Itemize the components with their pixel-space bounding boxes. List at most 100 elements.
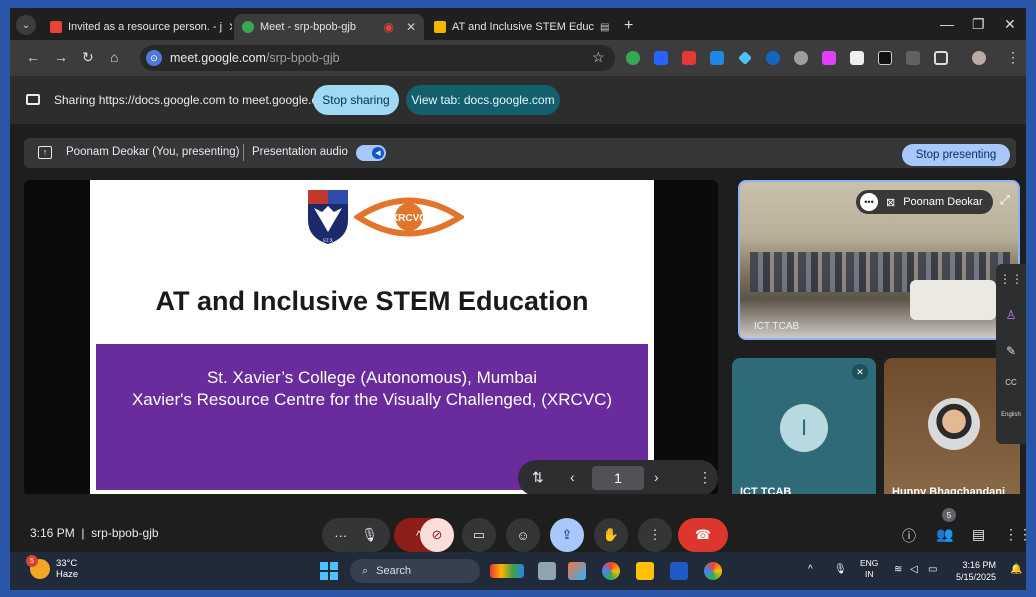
mic-tray-icon[interactable]: 🎙 xyxy=(834,564,847,575)
participant-name-chip[interactable]: ••• ⊠ Poonam Deokar xyxy=(856,190,993,214)
system-clock[interactable]: 3:16 PM 5/15/2025 xyxy=(956,559,996,583)
search-icon: ⌕ xyxy=(362,564,369,577)
presentation-audio-toggle[interactable]: ◀ xyxy=(356,145,386,161)
menu-dots-icon[interactable]: ⋮ xyxy=(1006,49,1020,66)
slide: ST.X XRCVC AT and Inclusive STEM Educati… xyxy=(90,180,654,496)
tab-search-button[interactable]: ⌄ xyxy=(16,15,36,35)
taskbar-search[interactable]: ⌕ Search xyxy=(350,559,480,583)
stop-presenting-button[interactable]: Stop presenting xyxy=(902,144,1010,166)
extension-icon[interactable] xyxy=(878,51,892,65)
show-hidden-icons[interactable]: ^ xyxy=(808,564,813,575)
extensions-puzzle-icon[interactable] xyxy=(934,51,948,65)
present-icon: ↑ xyxy=(38,146,52,159)
page-number[interactable]: 1 xyxy=(592,466,644,490)
weather-badge: 5 xyxy=(26,555,38,567)
site-info-icon[interactable]: ⊙ xyxy=(146,50,162,66)
back-icon[interactable]: ← xyxy=(26,49,40,65)
emoji-button[interactable]: ☺ xyxy=(506,518,540,552)
task-view-icon[interactable] xyxy=(538,562,556,580)
captions-button[interactable]: ▭ xyxy=(462,518,496,552)
extension-icon[interactable] xyxy=(738,51,752,65)
leave-call-button[interactable]: ☎ xyxy=(678,518,728,552)
more-icon: ··· xyxy=(334,527,348,543)
expand-icon[interactable]: ⤢ xyxy=(1000,192,1010,208)
address-bar[interactable]: ⊙ meet.google.com/srp-bpob-gjb xyxy=(140,45,615,71)
more-options-button[interactable]: ⋮ xyxy=(638,518,672,552)
word-icon[interactable] xyxy=(670,562,688,580)
chat-icon[interactable]: ▤ xyxy=(972,526,985,543)
captions-icon[interactable]: CC xyxy=(996,378,1026,387)
extension-icon[interactable] xyxy=(766,51,780,65)
extension-icon[interactable] xyxy=(850,51,864,65)
info-icon[interactable]: ⓘ xyxy=(902,526,916,546)
restore-icon[interactable]: ❐ xyxy=(972,16,985,33)
new-tab-button[interactable]: + xyxy=(624,17,633,35)
people-icon[interactable]: 👥 xyxy=(936,526,953,543)
slides-icon xyxy=(434,21,446,33)
room-video-detail xyxy=(910,280,996,320)
weather-widget[interactable]: 5 33°C Haze xyxy=(26,555,78,580)
next-slide-button[interactable]: › xyxy=(654,469,659,485)
caption-language[interactable]: English xyxy=(996,412,1026,418)
stop-sharing-button[interactable]: Stop sharing xyxy=(313,85,399,115)
weather-icon: 5 xyxy=(26,555,50,579)
minimize-icon[interactable]: — xyxy=(940,16,954,32)
meet-icon xyxy=(242,21,254,33)
notification-icon[interactable]: 🔔 xyxy=(1010,564,1022,575)
close-icon[interactable]: ✕ xyxy=(406,20,416,34)
extension-icon[interactable] xyxy=(906,51,920,65)
chrome-icon[interactable] xyxy=(602,562,620,580)
extension-icon[interactable] xyxy=(822,51,836,65)
share-tab-icon: ▤ xyxy=(600,21,610,33)
apps-grid-icon[interactable]: ⋮⋮ xyxy=(996,272,1026,286)
file-explorer-icon[interactable] xyxy=(636,562,654,580)
camera-off-icon[interactable]: ⊘ xyxy=(420,518,454,552)
presenting-bar: ↑ Poonam Deokar (You, presenting) Presen… xyxy=(24,138,1016,168)
effects-icon[interactable]: ♙ xyxy=(996,308,1026,322)
more-options-icon[interactable]: ••• xyxy=(860,193,878,211)
extension-icon[interactable] xyxy=(710,51,724,65)
wifi-icon[interactable]: ≋ xyxy=(894,564,902,575)
clock-time: 3:16 PM xyxy=(962,560,997,570)
battery-icon[interactable]: ▭ xyxy=(928,564,937,575)
view-tab-button[interactable]: View tab: docs.google.com xyxy=(406,85,560,115)
widgets-icon[interactable] xyxy=(490,564,524,578)
profile-avatar[interactable] xyxy=(972,51,986,65)
windows-start-icon[interactable] xyxy=(320,562,338,580)
recording-icon: ◉ xyxy=(383,20,394,34)
side-panel-rail: ⋮⋮ ♙ ✎ CC English xyxy=(996,264,1026,444)
reload-icon[interactable]: ↻ xyxy=(82,49,94,66)
extension-icon[interactable] xyxy=(682,51,696,65)
prev-slide-button[interactable]: ‹ xyxy=(570,469,575,485)
tab-gmail[interactable]: Invited as a resource person. - j ✕ xyxy=(42,14,232,40)
slide-menu-icon[interactable]: ⋮ xyxy=(698,469,712,486)
participant-tile-ict[interactable]: ✕ I ICT TCAB xyxy=(732,358,876,506)
forward-icon[interactable]: → xyxy=(54,49,68,65)
featured-participant-tile[interactable]: ••• ⊠ Poonam Deokar ⤢ ICT TCAB xyxy=(738,180,1020,340)
chrome-icon[interactable] xyxy=(704,562,722,580)
extension-icon[interactable] xyxy=(794,51,808,65)
window-close-icon[interactable]: ✕ xyxy=(1004,16,1016,33)
grammarly-icon[interactable] xyxy=(626,51,640,65)
extension-icon[interactable] xyxy=(654,51,668,65)
avatar: I xyxy=(780,404,828,452)
pen-icon[interactable]: ✎ xyxy=(996,344,1026,358)
slide-line-1: St. Xavier’s College (Autonomous), Mumba… xyxy=(206,368,538,387)
close-icon[interactable]: ✕ xyxy=(228,20,232,34)
tab-label: Invited as a resource person. - j xyxy=(68,21,223,33)
temperature: 33°C xyxy=(56,558,78,569)
home-icon[interactable]: ⌂ xyxy=(110,49,118,65)
camera-off-icon: ⊠ xyxy=(886,196,896,209)
mic-button[interactable]: ··· 🎙 xyxy=(322,518,390,552)
activities-icon[interactable]: ⋮⋮ xyxy=(1004,526,1026,543)
present-button[interactable]: ⇪ xyxy=(550,518,584,552)
raise-hand-button[interactable]: ✋ xyxy=(594,518,628,552)
swap-icon[interactable]: ⇅ xyxy=(532,469,544,486)
volume-icon[interactable]: ◁ xyxy=(910,564,918,575)
copilot-icon[interactable] xyxy=(568,562,586,580)
language-indicator[interactable]: ENG IN xyxy=(860,558,878,580)
tab-slides[interactable]: AT and Inclusive STEM Educ ▤ ✕ xyxy=(426,14,616,40)
tab-meet[interactable]: Meet - srp-bpob-gjb ◉ ✕ xyxy=(234,14,424,40)
mic-icon: 🎙 xyxy=(361,527,378,542)
bookmark-star-icon[interactable]: ☆ xyxy=(592,49,605,66)
